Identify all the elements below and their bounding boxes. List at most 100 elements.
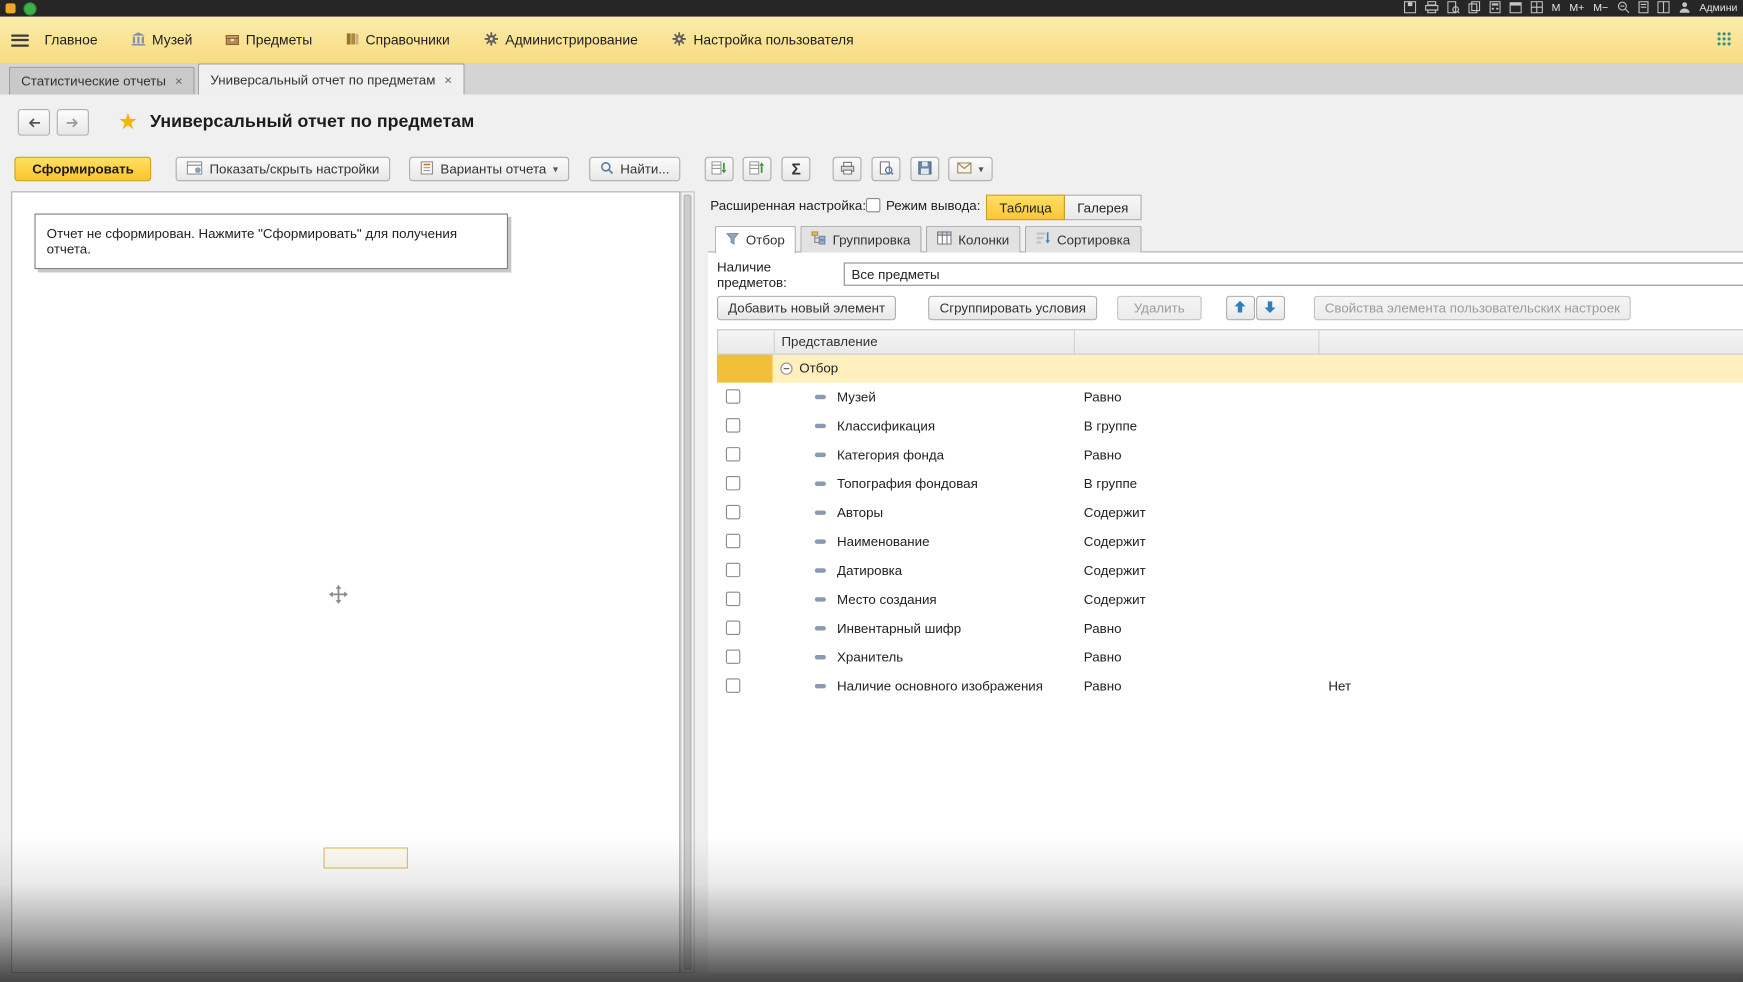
report-area[interactable]: Отчет не сформирован. Нажмите "Сформиров… (11, 191, 681, 974)
filter-row[interactable]: Музей Равно (717, 383, 1743, 412)
scrollbar-thumb[interactable] (683, 194, 692, 970)
filter-item-icon (814, 655, 826, 660)
preview-button[interactable] (871, 156, 901, 182)
menu-item-user-settings[interactable]: Настройка пользователя (671, 31, 854, 50)
save-button[interactable] (910, 156, 940, 182)
screen: M M+ M− Админи Главное Музей Предметы Сп… (0, 0, 1743, 982)
collapse-groups-button[interactable] (742, 156, 772, 182)
favorite-star-icon[interactable]: ★ (118, 110, 138, 134)
row-checkbox[interactable] (725, 447, 741, 462)
row-checkbox[interactable] (725, 504, 741, 520)
row-checkbox[interactable] (725, 591, 741, 607)
tab-filter[interactable]: Отбор (714, 225, 796, 254)
row-checkbox[interactable] (725, 418, 741, 433)
hamburger-menu-icon[interactable] (11, 33, 29, 47)
chevron-down-icon: ▾ (978, 162, 984, 175)
filter-group-row[interactable]: Отбор (716, 354, 1743, 383)
report-variants-button[interactable]: Варианты отчета ▾ (409, 156, 570, 182)
save-icon[interactable] (1403, 0, 1417, 18)
row-checkbox[interactable] (725, 475, 741, 491)
tabbar: Статистические отчеты × Универсальный от… (0, 63, 1743, 95)
filter-row[interactable]: Авторы Содержит (717, 498, 1743, 527)
expand-groups-icon (711, 160, 728, 178)
filter-row[interactable]: Категория фонда Равно (717, 440, 1743, 469)
current-user-label[interactable]: Админи (1699, 2, 1737, 14)
find-button[interactable]: Найти... (589, 156, 681, 182)
forward-button[interactable] (56, 108, 89, 136)
collapse-minus-icon[interactable] (780, 362, 793, 375)
sum-button[interactable]: Σ (781, 156, 811, 182)
filter-rows: Музей Равно Классификация В группе Катег… (717, 383, 1743, 701)
row-checkbox[interactable] (725, 533, 741, 549)
delete-button[interactable]: Удалить (1117, 295, 1202, 321)
move-down-button[interactable] (1255, 295, 1285, 321)
menu-item-items[interactable]: Предметы (225, 32, 313, 49)
filter-condition: Равно (1083, 649, 1122, 666)
filter-row[interactable]: Датировка Содержит (717, 556, 1743, 585)
document-icon[interactable] (1638, 0, 1649, 18)
close-icon[interactable]: × (444, 73, 452, 86)
group-conditions-button[interactable]: Сгруппировать условия (928, 295, 1098, 321)
print-button[interactable] (832, 156, 862, 182)
calendar-icon[interactable] (1509, 0, 1522, 18)
table-icon[interactable] (1530, 0, 1543, 18)
print-icon[interactable] (1424, 0, 1439, 18)
menu-item-main[interactable]: Главное (44, 32, 97, 48)
expand-groups-button[interactable] (705, 156, 734, 182)
filter-field-label: Категория фонда (837, 447, 945, 463)
menu-label: Предметы (245, 32, 313, 48)
filter-row[interactable]: Наименование Содержит (717, 527, 1743, 556)
memory-button-m-minus[interactable]: M− (1593, 0, 1608, 17)
all-functions-icon[interactable] (1716, 31, 1732, 50)
filter-item-icon (814, 539, 826, 544)
menu-item-museum[interactable]: Музей (131, 31, 193, 49)
tab-label: Отбор (745, 232, 785, 248)
output-mode-table[interactable]: Таблица (985, 194, 1065, 221)
output-mode-gallery[interactable]: Галерея (1063, 194, 1142, 221)
calculator-icon[interactable] (1489, 0, 1501, 18)
close-icon[interactable]: × (175, 75, 183, 88)
split-view-icon[interactable] (1657, 0, 1670, 18)
memory-button-m[interactable]: M (1552, 0, 1561, 17)
menu-label: Музей (152, 32, 193, 48)
filter-row[interactable]: Классификация В группе (717, 411, 1743, 440)
memory-button-m-plus[interactable]: M+ (1569, 0, 1584, 17)
zoom-out-icon[interactable] (1617, 0, 1630, 18)
row-checkbox[interactable] (725, 620, 741, 636)
filter-condition: Содержит (1083, 533, 1146, 550)
tab-grouping[interactable]: Группировка (800, 225, 922, 253)
row-checkbox[interactable] (725, 678, 741, 693)
row-checkbox[interactable] (725, 562, 741, 578)
move-up-button[interactable] (1225, 295, 1255, 321)
add-element-button[interactable]: Добавить новый элемент (716, 295, 897, 321)
send-mail-button[interactable]: ▾ (948, 156, 993, 182)
print-preview-icon[interactable] (1447, 0, 1460, 18)
copy-icon[interactable] (1468, 0, 1480, 18)
report-scrollbar[interactable] (680, 191, 695, 974)
back-button[interactable] (17, 108, 51, 136)
filter-row[interactable]: Место создания Содержит (717, 585, 1743, 614)
menu-item-catalogs[interactable]: Справочники (346, 32, 450, 49)
titlebar-tools: M M+ M− Админи (1403, 0, 1737, 18)
advanced-settings-checkbox[interactable] (865, 197, 881, 213)
tab-universal-report[interactable]: Универсальный отчет по предметам × (198, 63, 465, 95)
tab-sorting[interactable]: Сортировка (1024, 225, 1142, 253)
row-checkbox[interactable] (725, 649, 741, 664)
toggle-settings-button[interactable]: Показать/скрыть настройки (176, 156, 391, 182)
filter-row[interactable]: Топография фондовая В группе (717, 469, 1743, 498)
element-properties-button[interactable]: Свойства элемента пользовательских настр… (1313, 295, 1632, 321)
settings-panel-icon (187, 160, 203, 178)
filter-row[interactable]: Инвентарный шифр Равно (717, 614, 1743, 643)
tab-statistical-reports[interactable]: Статистические отчеты × (8, 66, 195, 95)
collapse-groups-icon (749, 160, 766, 178)
generate-label: Сформировать (32, 161, 134, 177)
funnel-icon (726, 232, 740, 249)
tab-columns[interactable]: Колонки (926, 225, 1021, 253)
availability-select[interactable]: Все предметы (843, 262, 1743, 286)
generate-button[interactable]: Сформировать (14, 156, 152, 182)
filter-row[interactable]: Наличие основного изображения Равно Нет (717, 672, 1743, 701)
menu-item-administration[interactable]: Администрирование (483, 31, 638, 50)
row-checkbox[interactable] (725, 389, 741, 404)
columns-icon (937, 231, 952, 248)
filter-row[interactable]: Хранитель Равно (717, 643, 1743, 672)
